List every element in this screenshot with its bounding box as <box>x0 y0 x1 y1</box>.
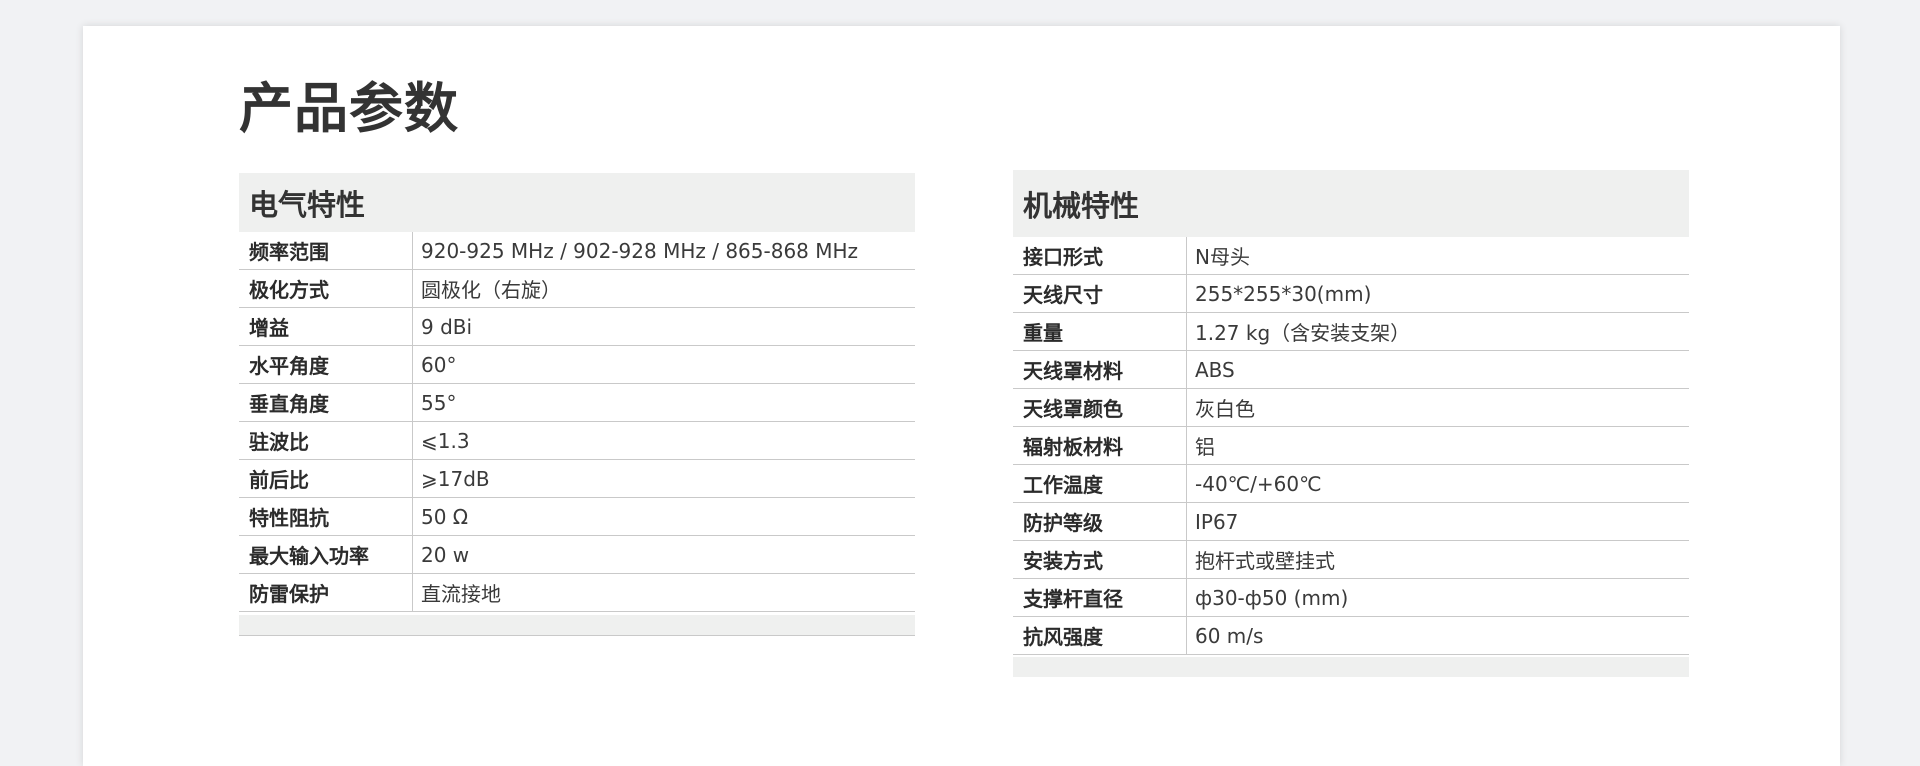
spec-key: 抗风强度 <box>1013 617 1187 654</box>
spec-key: 水平角度 <box>239 346 413 383</box>
table-row: 天线罩颜色 灰白色 <box>1013 389 1689 427</box>
table-row: 防护等级 IP67 <box>1013 503 1689 541</box>
electrical-spec-footer <box>239 615 915 636</box>
spec-key: 驻波比 <box>239 422 413 459</box>
table-row: 最大输入功率 20 w <box>239 536 915 574</box>
spec-value: 50 Ω <box>421 504 469 529</box>
spec-value: -40℃/+60℃ <box>1195 471 1322 496</box>
mechanical-spec-heading: 机械特性 <box>1013 170 1689 237</box>
spec-key: 辐射板材料 <box>1013 427 1187 464</box>
spec-key: 天线罩颜色 <box>1013 389 1187 426</box>
spec-key: 防护等级 <box>1013 503 1187 540</box>
table-row: 驻波比 ⩽1.3 <box>239 422 915 460</box>
spec-key: 前后比 <box>239 460 413 497</box>
spec-value: 255*255*30(mm) <box>1195 281 1372 306</box>
spec-value: 1.27 kg（含安装支架） <box>1195 321 1411 345</box>
page-title: 产品参数 <box>239 77 459 140</box>
table-row: 支撑杆直径 ф30-ф50 (mm) <box>1013 579 1689 617</box>
spec-key: 安装方式 <box>1013 541 1187 578</box>
table-row: 抗风强度 60 m/s <box>1013 617 1689 655</box>
spec-value: IP67 <box>1195 509 1239 534</box>
mechanical-spec-body: 接口形式 N母头 天线尺寸 255*255*30(mm) 重量 1.27 kg（… <box>1013 237 1689 655</box>
table-row: 水平角度 60° <box>239 346 915 384</box>
spec-key: 重量 <box>1013 313 1187 350</box>
table-row: 天线罩材料 ABS <box>1013 351 1689 389</box>
table-row: 辐射板材料 铝 <box>1013 427 1689 465</box>
table-row: 前后比 ⩾17dB <box>239 460 915 498</box>
table-row: 接口形式 N母头 <box>1013 237 1689 275</box>
spec-value: 9 dBi <box>421 314 473 339</box>
spec-key: 最大输入功率 <box>239 536 413 573</box>
spec-value: 20 w <box>421 542 470 567</box>
table-row: 安装方式 抱杆式或壁挂式 <box>1013 541 1689 579</box>
table-row: 重量 1.27 kg（含安装支架） <box>1013 313 1689 351</box>
spec-value: N母头 <box>1195 245 1250 269</box>
spec-value: ⩽1.3 <box>421 428 470 453</box>
electrical-spec-table: 电气特性 频率范围 920-925 MHz / 902-928 MHz / 86… <box>239 173 915 636</box>
spec-value: ⩾17dB <box>421 466 490 491</box>
spec-key: 接口形式 <box>1013 237 1187 274</box>
electrical-spec-body: 频率范围 920-925 MHz / 902-928 MHz / 865-868… <box>239 232 915 612</box>
spec-value: 920-925 MHz / 902-928 MHz / 865-868 MHz <box>421 238 859 263</box>
spec-key: 特性阻抗 <box>239 498 413 535</box>
table-row: 增益 9 dBi <box>239 308 915 346</box>
spec-key: 防雷保护 <box>239 574 413 611</box>
table-row: 防雷保护 直流接地 <box>239 574 915 612</box>
table-row: 极化方式 圆极化（右旋） <box>239 270 915 308</box>
table-row: 垂直角度 55° <box>239 384 915 422</box>
spec-value: 55° <box>421 390 457 415</box>
table-row: 频率范围 920-925 MHz / 902-928 MHz / 865-868… <box>239 232 915 270</box>
spec-key: 频率范围 <box>239 232 413 269</box>
spec-value: ABS <box>1195 357 1235 382</box>
spec-key: 极化方式 <box>239 270 413 307</box>
spec-value: 抱杆式或壁挂式 <box>1195 549 1335 573</box>
electrical-spec-heading: 电气特性 <box>239 173 915 232</box>
table-row: 天线尺寸 255*255*30(mm) <box>1013 275 1689 313</box>
spec-value: 60° <box>421 352 457 377</box>
table-row: 工作温度 -40℃/+60℃ <box>1013 465 1689 503</box>
table-row: 特性阻抗 50 Ω <box>239 498 915 536</box>
spec-key: 垂直角度 <box>239 384 413 421</box>
spec-key: 支撑杆直径 <box>1013 579 1187 616</box>
spec-value: ф30-ф50 (mm) <box>1195 585 1349 610</box>
mechanical-spec-footer <box>1013 657 1689 677</box>
spec-value: 灰白色 <box>1195 397 1255 421</box>
spec-value: 圆极化（右旋） <box>421 278 561 302</box>
spec-value: 直流接地 <box>421 582 501 606</box>
mechanical-spec-table: 机械特性 接口形式 N母头 天线尺寸 255*255*30(mm) 重量 1.2… <box>1013 170 1689 677</box>
spec-key: 天线罩材料 <box>1013 351 1187 388</box>
spec-value: 铝 <box>1195 435 1215 459</box>
spec-key: 天线尺寸 <box>1013 275 1187 312</box>
spec-key: 工作温度 <box>1013 465 1187 502</box>
spec-value: 60 m/s <box>1195 623 1264 648</box>
spec-key: 增益 <box>239 308 413 345</box>
